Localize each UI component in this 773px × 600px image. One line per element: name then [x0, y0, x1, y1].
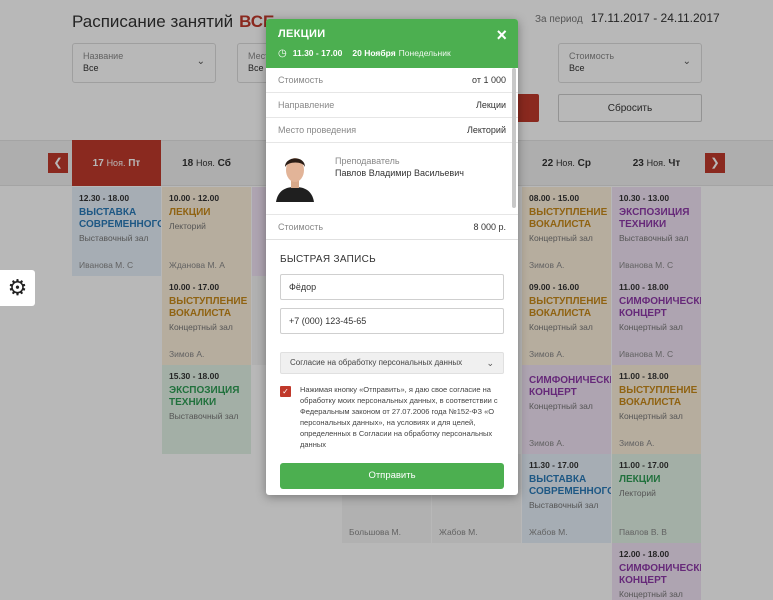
- detail-value: Лекции: [475, 100, 506, 110]
- modal-datetime: ◷ 11.30 - 17.00 20 Ноября Понедельник: [278, 48, 506, 59]
- teacher-label: Преподаватель: [335, 156, 400, 166]
- detail-row: Направление Лекции: [266, 93, 518, 118]
- detail-label: Направление: [278, 100, 335, 110]
- name-field[interactable]: [280, 274, 504, 300]
- quick-signup-title: БЫСТРАЯ ЗАПИСЬ: [280, 254, 377, 265]
- modal-weekday: Понедельник: [398, 48, 451, 58]
- chevron-down-icon: ⌄: [486, 358, 494, 368]
- consent-text: Нажимая кнопку «Отправить», я даю свое с…: [300, 385, 498, 449]
- consent-dropdown-label: Согласие на обработку персональных данны…: [290, 358, 463, 367]
- detail-row: Место проведения Лекторий: [266, 118, 518, 143]
- clock-icon: ◷: [278, 48, 287, 59]
- consent-dropdown[interactable]: Согласие на обработку персональных данны…: [280, 352, 504, 374]
- modal-header: ЛЕКЦИИ ◷ 11.30 - 17.00 20 Ноября Понедельни…: [266, 19, 518, 68]
- event-modal: ЛЕКЦИИ ◷ 11.30 - 17.00 20 Ноября Понедельни…: [266, 19, 518, 495]
- modal-title: ЛЕКЦИИ: [278, 28, 326, 40]
- teacher-block: Преподаватель Павлов Владимир Васильевич: [266, 143, 518, 215]
- teacher-name: Павлов Владимир Васильевич: [335, 168, 464, 178]
- detail-label: Стоимость: [278, 222, 324, 232]
- submit-button[interactable]: Отправить: [280, 463, 504, 489]
- settings-button[interactable]: ⚙: [0, 270, 35, 306]
- modal-details[interactable]: Стоимость от 1 000 Направление Лекции Ме…: [266, 68, 518, 240]
- quick-signup: БЫСТРАЯ ЗАПИСЬ Согласие на обработку пер…: [266, 240, 518, 489]
- consent-checkbox[interactable]: ✓: [280, 386, 291, 397]
- detail-label: Стоимость: [278, 75, 324, 85]
- modal-date: 20 Ноября: [352, 48, 396, 58]
- detail-value: Лекторий: [466, 125, 506, 135]
- close-icon[interactable]: ×: [496, 25, 507, 46]
- detail-row: Стоимость от 1 000: [266, 68, 518, 93]
- teacher-avatar: [274, 150, 316, 202]
- modal-hours: 11.30 - 17.00: [292, 48, 343, 58]
- consent-block: ✓ Нажимая кнопку «Отправить», я даю свое…: [280, 384, 504, 454]
- detail-value: 8 000 р.: [473, 222, 506, 232]
- modal-scrollbar[interactable]: [512, 68, 516, 208]
- detail-label: Место проведения: [278, 125, 357, 135]
- gear-icon: ⚙: [7, 275, 28, 300]
- detail-row-cost: Стоимость 8 000 р.: [266, 215, 518, 239]
- detail-value: от 1 000: [472, 75, 506, 85]
- phone-field[interactable]: [280, 308, 504, 334]
